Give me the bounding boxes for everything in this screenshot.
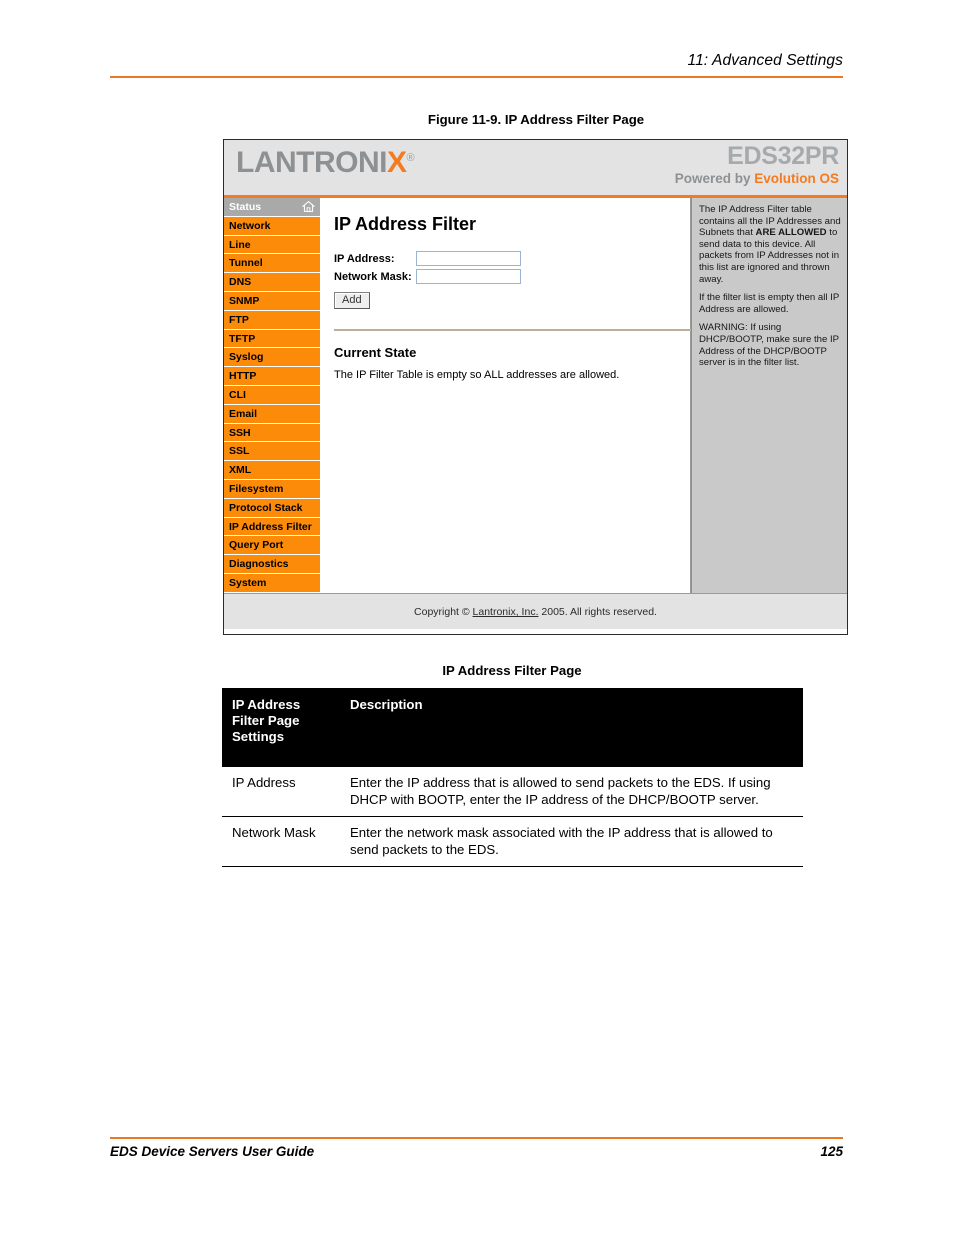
sidebar-item-syslog[interactable]: Syslog (224, 348, 320, 368)
ui-sidebar: Status Network Line Tunnel DNS SNMP FTP … (224, 198, 320, 593)
sidebar-item-label: Syslog (229, 351, 264, 364)
sidebar-item-label: SSL (229, 445, 250, 458)
content-divider (334, 329, 691, 331)
table-cell-description: Enter the network mask associated with t… (340, 816, 803, 867)
sidebar-item-dns[interactable]: DNS (224, 273, 320, 292)
ui-help-panel: The IP Address Filter table contains all… (691, 198, 847, 593)
current-state-title: Current State (334, 344, 417, 360)
sidebar-item-label: IP Address Filter (229, 520, 312, 533)
sidebar-item-line[interactable]: Line (224, 235, 320, 255)
sidebar-item-protocol-stack[interactable]: Protocol Stack (224, 498, 320, 518)
figure-caption: Figure 11-9. IP Address Filter Page (427, 112, 645, 127)
sidebar-item-label: SNMP (229, 294, 260, 307)
sidebar-item-network[interactable]: Network (224, 216, 320, 236)
logo-text-orange: X (386, 146, 407, 179)
sidebar-item-email[interactable]: Email (224, 404, 320, 424)
table-cell-description: Enter the IP address that is allowed to … (340, 767, 803, 817)
sidebar-item-label: XML (229, 464, 252, 477)
home-icon[interactable] (302, 200, 315, 213)
ui-main-content: IP Address Filter IP Address: Network Ma… (320, 198, 691, 593)
sidebar-item-label: System (229, 576, 267, 589)
sidebar-item-http[interactable]: HTTP (224, 367, 320, 386)
page-title: IP Address Filter (334, 214, 477, 234)
help-p1-emphasis: ARE ALLOWED (755, 227, 827, 239)
settings-table-title: IP Address Filter Page (442, 663, 582, 678)
table-header-description: Description (340, 688, 803, 767)
copyright-prefix: Copyright © (414, 606, 473, 618)
powered-by-line: Powered by Evolution OS (675, 172, 839, 186)
table-cell-setting: Network Mask (222, 816, 340, 867)
sidebar-item-ssh[interactable]: SSH (224, 423, 320, 443)
running-header-text: 11: Advanced Settings (687, 52, 843, 69)
footer-divider-rule (110, 1137, 843, 1139)
copyright-suffix: 2005. All rights reserved. (538, 606, 657, 618)
sidebar-item-ip-address-filter[interactable]: IP Address Filter (224, 517, 320, 537)
sidebar-item-diagnostics[interactable]: Diagnostics (224, 555, 320, 574)
sidebar-item-xml[interactable]: XML (224, 461, 320, 480)
footer-page-number: 125 (820, 1144, 843, 1159)
sidebar-item-label: Network (229, 219, 271, 232)
help-paragraph-1: The IP Address Filter table contains all… (699, 204, 841, 285)
sidebar-item-label: Status (229, 201, 262, 213)
table-header-setting: IP Address Filter Page Settings (222, 688, 340, 767)
lantronix-logo: LANTRONIX® (236, 146, 415, 179)
sidebar-item-status[interactable]: Status (224, 198, 320, 217)
sidebar-item-label: FTP (229, 313, 249, 326)
model-badge: EDS32PR Powered by Evolution OS (675, 142, 840, 186)
sidebar-item-label: Tunnel (229, 257, 263, 270)
sidebar-item-tunnel[interactable]: Tunnel (224, 254, 320, 274)
sidebar-item-label: Email (229, 407, 258, 420)
ui-footer: Copyright © Lantronix, Inc. 2005. All ri… (224, 593, 847, 629)
sidebar-item-label: SSH (229, 426, 251, 439)
sidebar-item-ftp[interactable]: FTP (224, 310, 320, 330)
sidebar-item-label: Protocol Stack (229, 501, 303, 514)
sidebar-item-label: Query Port (229, 539, 284, 552)
sidebar-item-label: Line (229, 238, 251, 251)
table-cell-setting: IP Address (222, 767, 340, 817)
help-paragraph-2: If the filter list is empty then all IP … (699, 292, 840, 315)
ip-address-input[interactable] (416, 251, 521, 266)
registered-trademark-icon: ® (406, 152, 415, 164)
header-divider-rule (110, 76, 843, 78)
table-row: IP Address Enter the IP address that is … (222, 767, 803, 817)
help-paragraph-3: WARNING: If using DHCP/BOOTP, make sure … (699, 322, 839, 369)
ip-address-label: IP Address: (334, 252, 395, 265)
network-mask-row: Network Mask: (334, 269, 672, 284)
settings-table: IP Address Filter Page Settings Descript… (222, 688, 803, 867)
sidebar-item-query-port[interactable]: Query Port (224, 536, 320, 556)
sidebar-item-snmp[interactable]: SNMP (224, 291, 320, 311)
ui-banner: LANTRONIX® EDS32PR Powered by Evolution … (224, 140, 847, 198)
sidebar-item-label: TFTP (229, 332, 256, 345)
sidebar-item-filesystem[interactable]: Filesystem (224, 479, 320, 499)
model-name: EDS32PR (727, 142, 839, 170)
table-row: Network Mask Enter the network mask asso… (222, 816, 803, 867)
powered-by-prefix: Powered by (674, 171, 755, 186)
network-mask-label: Network Mask: (334, 270, 412, 283)
sidebar-item-ssl[interactable]: SSL (224, 442, 320, 462)
sidebar-item-tftp[interactable]: TFTP (224, 329, 320, 349)
lantronix-link[interactable]: Lantronix, Inc. (473, 606, 539, 618)
sidebar-item-cli[interactable]: CLI (224, 385, 320, 405)
sidebar-item-label: DNS (229, 276, 252, 289)
ui-body: Status Network Line Tunnel DNS SNMP FTP … (224, 198, 847, 593)
logo-text-gray: LANTRONI (236, 146, 387, 179)
powered-by-brand: Evolution OS (754, 171, 839, 186)
sidebar-item-label: HTTP (229, 370, 257, 383)
current-state-text: The IP Filter Table is empty so ALL addr… (334, 368, 620, 381)
page-running-header: 11: Advanced Settings (110, 52, 843, 70)
device-web-ui-screenshot: LANTRONIX® EDS32PR Powered by Evolution … (223, 139, 848, 635)
sidebar-item-label: Filesystem (229, 482, 284, 495)
sidebar-item-system[interactable]: System (224, 573, 320, 593)
sidebar-item-label: Diagnostics (229, 558, 289, 571)
ip-address-row: IP Address: (334, 251, 672, 266)
add-button[interactable]: Add (334, 292, 370, 309)
table-header-row: IP Address Filter Page Settings Descript… (222, 688, 803, 767)
network-mask-input[interactable] (416, 269, 521, 284)
copyright-text: Copyright © Lantronix, Inc. 2005. All ri… (414, 606, 657, 618)
sidebar-item-label: CLI (229, 388, 246, 401)
